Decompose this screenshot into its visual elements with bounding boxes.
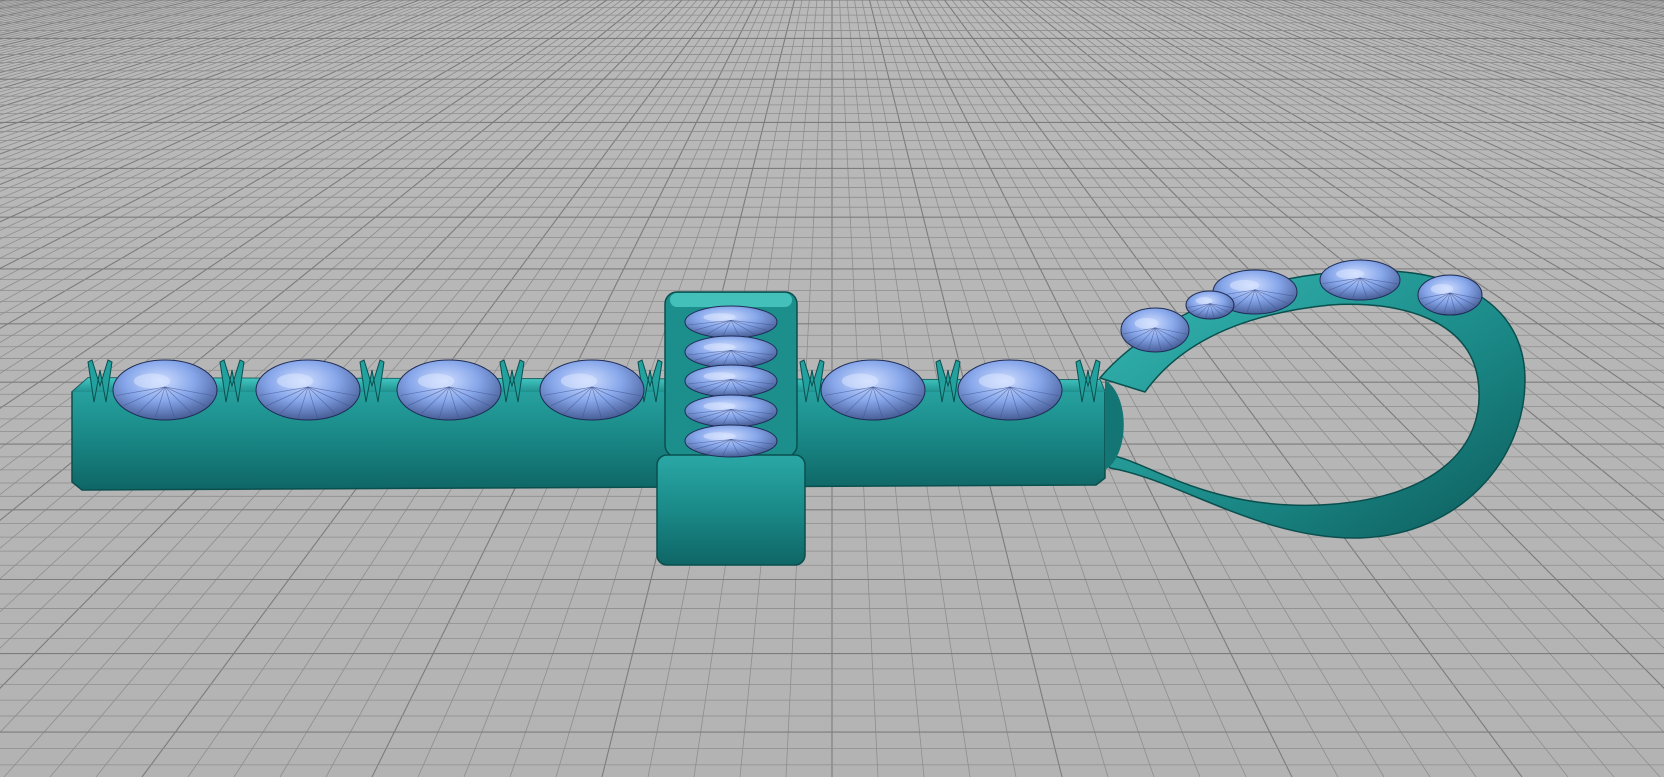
gems-vertical-bar[interactable] xyxy=(684,305,778,458)
gem[interactable] xyxy=(396,359,502,421)
gem[interactable] xyxy=(112,359,218,421)
viewport-scene[interactable] xyxy=(0,0,1664,777)
gem[interactable] xyxy=(820,359,926,421)
gem[interactable] xyxy=(539,359,645,421)
gem[interactable] xyxy=(255,359,361,421)
gem[interactable] xyxy=(684,424,778,458)
gem[interactable] xyxy=(1319,259,1401,301)
gem[interactable] xyxy=(1185,290,1235,320)
gem[interactable] xyxy=(684,394,778,428)
gem[interactable] xyxy=(684,364,778,398)
vertical-bar-end xyxy=(656,454,806,566)
3d-viewport[interactable] xyxy=(0,0,1664,777)
gem[interactable] xyxy=(957,359,1063,421)
gem[interactable] xyxy=(684,305,778,339)
gem[interactable] xyxy=(1417,274,1483,316)
gem[interactable] xyxy=(1120,307,1190,353)
gem[interactable] xyxy=(684,335,778,369)
